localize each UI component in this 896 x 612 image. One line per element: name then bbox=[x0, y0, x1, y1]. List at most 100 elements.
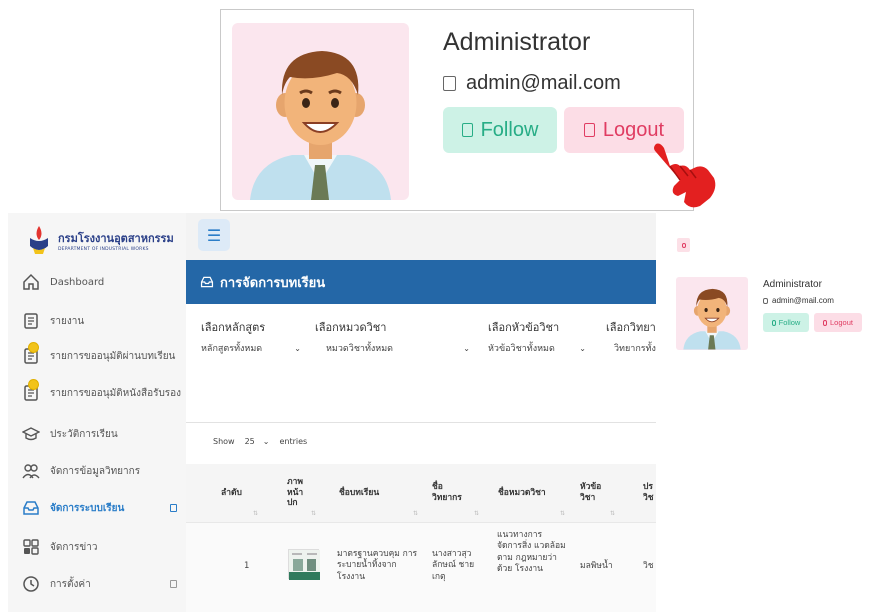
grid-check-icon bbox=[23, 539, 39, 555]
sidebar-item-label: การตั้งค่า bbox=[50, 578, 91, 590]
follow-icon bbox=[771, 319, 776, 326]
diw-logo-icon bbox=[30, 226, 48, 254]
logo: กรมโรงงานอุตสาหกรรม DEPARTMENT OF INDUST… bbox=[26, 222, 186, 258]
sidebar-item-report[interactable]: รายงาน bbox=[22, 307, 192, 335]
expand-icon bbox=[170, 504, 177, 512]
expand-icon bbox=[170, 580, 177, 588]
sort-icon: ⇅ bbox=[560, 509, 566, 517]
row-lesson-name: มาตรฐานควบคุม การระบายน้ำทิ้งจาก โรงงาน bbox=[337, 549, 418, 582]
course-select-value: หลักสูตรทั้งหมด bbox=[201, 344, 263, 354]
avatar-illustration bbox=[683, 288, 741, 350]
follow-button[interactable]: Follow bbox=[763, 313, 809, 332]
clock-icon bbox=[23, 576, 39, 592]
sidebar-item-learning-system[interactable]: จัดการระบบเรียน bbox=[22, 494, 192, 522]
show-label: Show bbox=[213, 437, 235, 446]
small-action-button[interactable] bbox=[677, 238, 690, 252]
home-icon bbox=[23, 273, 39, 290]
logout-button[interactable]: Logout bbox=[814, 313, 862, 332]
sidebar-item-lesson-approval[interactable]: รายการขออนุมัติผ่านบทเรียน bbox=[22, 342, 192, 370]
main-content: ☰ การจัดการบทเรียน เลือกหลักสูตร เลือกหม… bbox=[186, 213, 656, 612]
avatar-illustration bbox=[250, 51, 391, 200]
avatar bbox=[676, 277, 748, 350]
sort-icon: ⇅ bbox=[474, 509, 480, 517]
menu-toggle-button[interactable]: ☰ bbox=[198, 219, 230, 251]
table-row[interactable]: 1 มาตรฐานควบคุม การระบายน้ำทิ้งจาก โรงงา… bbox=[186, 522, 656, 612]
users-icon bbox=[22, 464, 40, 479]
document-badge-icon bbox=[22, 379, 40, 402]
column-header-type[interactable]: ปร วิช bbox=[643, 464, 656, 522]
row-category: แนวทางการ จัดการสิ่ง แวดล้อมตาม กฎหมายว่… bbox=[497, 530, 566, 575]
sort-icon: ⇅ bbox=[311, 509, 317, 517]
sidebar-item-label: ประวัติการเรียน bbox=[50, 428, 118, 440]
category-select[interactable]: หมวดวิชาทั้งหมด ⌄ bbox=[326, 341, 470, 355]
sidebar-item-instructors[interactable]: จัดการข้อมูลวิทยากร bbox=[22, 457, 192, 485]
sidebar-item-study-history[interactable]: ประวัติการเรียน bbox=[22, 420, 192, 448]
profile-email: admin@mail.com bbox=[443, 72, 621, 95]
category-select-value: หมวดวิชาทั้งหมด bbox=[326, 344, 394, 354]
mail-icon bbox=[763, 297, 768, 304]
divider bbox=[186, 422, 656, 423]
sidebar-item-dashboard[interactable]: Dashboard bbox=[22, 268, 192, 296]
inbox-icon bbox=[23, 501, 39, 515]
page-size-select[interactable]: 25 ⌄ bbox=[241, 437, 274, 446]
entries-label: entries bbox=[279, 437, 308, 446]
logout-icon bbox=[681, 242, 686, 248]
table-header: ลำดับ ⇅ ภาพ หน้า ปก ⇅ ชื่อบทเรียน ⇅ ชื่อ… bbox=[186, 464, 656, 522]
mail-icon bbox=[443, 76, 456, 91]
chevron-down-icon: ⌄ bbox=[262, 437, 270, 446]
column-header-lesson[interactable]: ชื่อบทเรียน ⇅ bbox=[339, 464, 429, 522]
profile-dropdown: Administrator admin@mail.com Follow Logo… bbox=[656, 213, 896, 612]
sidebar-item-settings[interactable]: การตั้งค่า bbox=[22, 570, 192, 598]
page-size-value: 25 bbox=[244, 437, 255, 446]
row-type: วิช bbox=[643, 561, 654, 571]
follow-button[interactable]: Follow bbox=[443, 107, 557, 153]
sidebar-item-label: Dashboard bbox=[50, 276, 105, 288]
logout-label: Logout bbox=[602, 118, 665, 141]
sidebar-item-label: รายการขออนุมัติผ่านบทเรียน bbox=[50, 350, 176, 362]
topic-select[interactable]: หัวข้อวิชาทั้งหมด ⌄ bbox=[488, 341, 586, 355]
filter-course-label: เลือกหลักสูตร bbox=[201, 321, 266, 334]
column-header-cover[interactable]: ภาพ หน้า ปก ⇅ bbox=[287, 464, 317, 522]
page-title: การจัดการบทเรียน bbox=[220, 275, 326, 291]
profile-email: admin@mail.com bbox=[763, 296, 834, 305]
sidebar-item-label: จัดการระบบเรียน bbox=[50, 502, 125, 514]
profile-email-text: admin@mail.com bbox=[772, 296, 834, 305]
row-instructor: นางสาวสุว ลักษณ์ ชาย เกตุ bbox=[432, 549, 475, 582]
sidebar-item-certificate-approval[interactable]: รายการขออนุมัติหนังสือรับรอง bbox=[22, 379, 192, 407]
hamburger-icon: ☰ bbox=[206, 225, 222, 245]
sort-icon: ⇅ bbox=[413, 509, 419, 517]
filter-category-label: เลือกหมวดวิชา bbox=[315, 321, 387, 334]
page-header: การจัดการบทเรียน bbox=[186, 260, 656, 304]
logo-english-text: DEPARTMENT OF INDUSTRIAL WORKS bbox=[58, 246, 149, 252]
sort-icon: ⇅ bbox=[610, 509, 616, 517]
lesson-panel: เลือกหลักสูตร เลือกหมวดวิชา เลือกหัวข้อว… bbox=[186, 304, 656, 612]
row-topic: มลพิษน้ำ bbox=[580, 561, 613, 571]
filter-instructor-label: เลือกวิทยา bbox=[606, 321, 656, 334]
sidebar-item-label: จัดการข้อมูลวิทยากร bbox=[50, 465, 141, 477]
notification-badge bbox=[28, 342, 39, 353]
instructor-select-value: วิทยากรทั้ง bbox=[614, 344, 656, 354]
column-header-topic[interactable]: หัวข้อ วิชา ⇅ bbox=[580, 464, 620, 522]
logout-label: Logout bbox=[830, 318, 853, 327]
sidebar-item-news[interactable]: จัดการข่าว bbox=[22, 533, 192, 561]
chevron-down-icon: ⌄ bbox=[579, 343, 586, 353]
notification-badge bbox=[28, 379, 39, 390]
chevron-down-icon: ⌄ bbox=[294, 343, 301, 353]
column-header-instructor[interactable]: ชื่อ วิทยากร ⇅ bbox=[432, 464, 484, 522]
profile-name: Administrator bbox=[763, 279, 822, 290]
document-badge-icon bbox=[22, 342, 40, 365]
inbox-icon bbox=[200, 276, 214, 288]
hand-pointer-icon bbox=[654, 143, 716, 208]
lesson-cover-thumbnail[interactable] bbox=[288, 549, 320, 580]
column-header-category[interactable]: ชื่อหมวดวิชา ⇅ bbox=[498, 464, 570, 522]
sidebar-item-label: รายการขออนุมัติหนังสือรับรอง bbox=[50, 387, 182, 399]
zoomed-profile-card: Administrator admin@mail.com Follow Logo… bbox=[220, 9, 694, 211]
logout-icon bbox=[583, 123, 595, 137]
follow-label: Follow bbox=[778, 318, 801, 327]
document-icon bbox=[24, 313, 38, 329]
course-select[interactable]: หลักสูตรทั้งหมด ⌄ bbox=[201, 341, 301, 355]
instructor-select[interactable]: วิทยากรทั้ง bbox=[614, 341, 656, 355]
filter-topic-label: เลือกหัวข้อวิชา bbox=[488, 321, 560, 334]
logout-icon bbox=[823, 319, 828, 326]
column-header-index[interactable]: ลำดับ ⇅ bbox=[221, 464, 261, 522]
